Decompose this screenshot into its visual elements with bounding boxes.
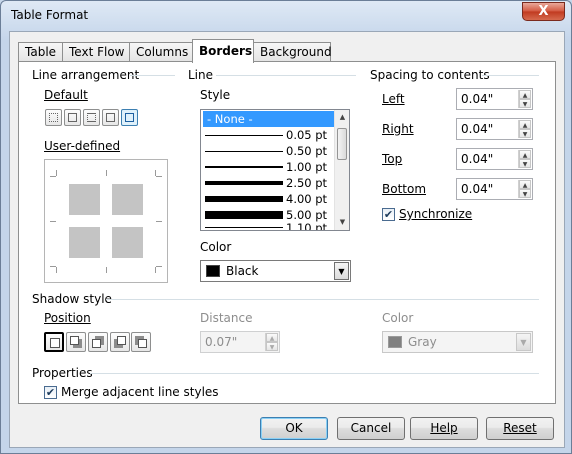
reset-button[interactable]: Reset <box>486 417 554 440</box>
shadow-bottom-left-button[interactable] <box>110 332 130 352</box>
preview-tick <box>155 267 156 273</box>
shadow-none-button[interactable] <box>44 332 64 352</box>
scroll-down-icon[interactable]: ▼ <box>335 215 349 229</box>
line-style-option[interactable]: - None - <box>203 111 334 127</box>
spin-up-icon[interactable]: ▲ <box>519 180 531 189</box>
synchronize-label: Synchronize <box>399 207 473 221</box>
dialog-title: Table Format <box>11 8 89 22</box>
merge-line-styles-label: Merge adjacent line styles <box>61 385 219 399</box>
left-label: Left <box>382 92 405 106</box>
bottom-spacing-field[interactable]: 0.04" ▲ ▼ <box>456 178 533 200</box>
spin-up-icon[interactable]: ▲ <box>519 150 531 159</box>
right-spacing-field[interactable]: 0.04" ▲ ▼ <box>456 118 533 140</box>
shadow-style-heading: Shadow style <box>32 292 112 306</box>
shadow-top-right-button[interactable] <box>88 332 108 352</box>
line-color-label: Color <box>200 240 232 254</box>
line-style-option[interactable]: 0.50 pt <box>203 143 334 159</box>
user-defined-border-preview[interactable] <box>44 159 168 283</box>
preset-outer-all-inner-button[interactable] <box>102 109 119 126</box>
preview-tick <box>56 267 57 273</box>
shadow-color-label: Color <box>382 311 414 325</box>
preview-tick <box>50 221 56 222</box>
right-label: Right <box>382 122 414 136</box>
shadow-position-label: Position <box>44 311 91 325</box>
synchronize-checkbox[interactable]: ✔ <box>382 208 395 221</box>
tab-borders[interactable]: Borders <box>192 39 254 63</box>
tab-table[interactable]: Table <box>18 42 63 62</box>
spin-up-icon[interactable]: ▲ <box>266 333 278 342</box>
table-format-dialog: Table Format X Table Text Flow Columns B… <box>0 0 572 454</box>
line-style-option[interactable]: 4.00 pt <box>203 191 334 207</box>
spin-down-icon[interactable]: ▼ <box>519 129 531 138</box>
color-swatch <box>388 336 402 348</box>
shadow-distance-label: Distance <box>200 311 253 325</box>
spacing-heading: Spacing to contents <box>370 68 490 82</box>
preview-cell <box>69 184 100 215</box>
ok-button[interactable]: OK <box>260 417 328 440</box>
line-style-option[interactable]: 1.10 pt <box>203 221 334 230</box>
color-swatch <box>206 265 220 277</box>
chevron-down-icon[interactable]: ▼ <box>516 333 531 351</box>
preview-tick <box>156 221 162 222</box>
left-spacing-field[interactable]: 0.04" ▲ ▼ <box>456 88 533 110</box>
divider <box>106 299 539 300</box>
tab-columns[interactable]: Columns <box>129 42 193 62</box>
line-color-dropdown[interactable]: Black ▼ <box>200 260 351 282</box>
tab-background[interactable]: Background <box>253 42 332 62</box>
preset-outer-horizontal-button[interactable] <box>83 109 100 126</box>
divider <box>482 75 539 76</box>
preview-tick <box>156 266 162 267</box>
preset-outer-border-button[interactable] <box>64 109 81 126</box>
user-defined-label: User-defined <box>44 139 121 153</box>
title-bar[interactable]: Table Format X <box>1 1 571 31</box>
shadow-top-left-button[interactable] <box>131 332 151 352</box>
spin-down-icon[interactable]: ▼ <box>519 159 531 168</box>
spin-down-icon[interactable]: ▼ <box>266 342 278 351</box>
divider <box>216 75 356 76</box>
line-style-option[interactable]: 2.50 pt <box>203 175 334 191</box>
preview-tick <box>106 267 107 273</box>
preview-tick <box>56 170 57 176</box>
cancel-button[interactable]: Cancel <box>337 417 405 440</box>
style-label: Style <box>200 88 231 102</box>
bottom-label: Bottom <box>382 182 427 196</box>
properties-heading: Properties <box>32 366 93 380</box>
line-style-option[interactable]: 0.05 pt <box>203 127 334 143</box>
preset-outer-no-inner-button[interactable] <box>121 109 138 126</box>
preview-tick <box>50 266 56 267</box>
divider <box>130 75 175 76</box>
chevron-down-icon[interactable]: ▼ <box>334 262 349 280</box>
preview-tick <box>156 176 162 177</box>
merge-line-styles-checkbox[interactable]: ✔ <box>44 386 57 399</box>
shadow-color-value: Gray <box>408 335 437 349</box>
shadow-color-dropdown[interactable]: Gray ▼ <box>382 331 533 353</box>
line-arrangement-heading: Line arrangement <box>32 68 140 82</box>
tab-text-flow[interactable]: Text Flow <box>62 42 130 62</box>
spin-down-icon[interactable]: ▼ <box>519 99 531 108</box>
preview-tick <box>50 176 56 177</box>
preview-cell <box>112 227 143 258</box>
preset-no-borders-button[interactable] <box>45 109 62 126</box>
line-color-value: Black <box>226 264 259 278</box>
listbox-scrollbar[interactable]: ▲ ▼ <box>334 110 349 230</box>
top-label: Top <box>382 152 403 166</box>
close-button[interactable]: X <box>522 2 565 21</box>
line-style-option[interactable]: 1.00 pt <box>203 159 334 175</box>
shadow-distance-field[interactable]: 0.07" ▲ ▼ <box>200 331 280 353</box>
help-button[interactable]: Help <box>410 417 478 440</box>
spin-up-icon[interactable]: ▲ <box>519 120 531 129</box>
line-style-listbox[interactable]: - None - 0.05 pt 0.50 pt 1.00 pt 2.50 pt… <box>200 109 350 231</box>
preview-cell <box>69 227 100 258</box>
line-heading: Line <box>188 68 214 82</box>
spin-up-icon[interactable]: ▲ <box>519 90 531 99</box>
default-label: Default <box>44 88 88 102</box>
preview-cell <box>112 184 143 215</box>
top-spacing-field[interactable]: 0.04" ▲ ▼ <box>456 148 533 170</box>
divider <box>90 373 539 374</box>
spin-down-icon[interactable]: ▼ <box>519 189 531 198</box>
scroll-up-icon[interactable]: ▲ <box>335 110 349 124</box>
scroll-thumb[interactable] <box>337 128 347 160</box>
preview-tick <box>106 170 107 176</box>
shadow-bottom-right-button[interactable] <box>66 332 86 352</box>
